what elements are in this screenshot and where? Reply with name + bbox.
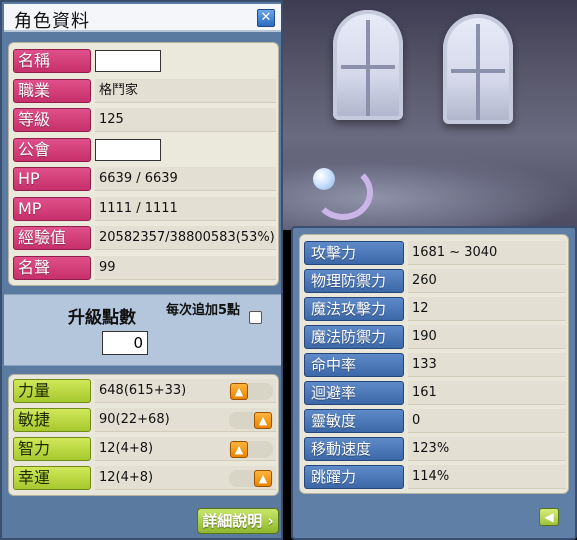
detail-row-avoid: 迴避率 161 [304, 381, 566, 405]
detail-row-hands: 靈敏度 0 [304, 409, 566, 433]
profile-label-hp: HP [13, 167, 91, 191]
detail-stats-panel: 攻擊力 1681 ~ 3040 物理防禦力 260 魔法攻擊力 12 魔法防禦力 190 命中率… [299, 234, 569, 494]
profile-label-guild: 公會 [13, 137, 91, 162]
profile-label-level: 等級 [13, 108, 91, 132]
stats-panel: 力量 648(615+33) ▲ 敏捷 90(22+68) ▲ 智力 12(4+8) ▲ 幸運 12… [8, 374, 279, 496]
detail-value-speed: 123% [408, 437, 566, 461]
stat-row-int: 智力 12(4+8) ▲ [13, 437, 276, 461]
detail-label-avoid: 迴避率 [304, 381, 404, 405]
detail-value-jump: 114% [408, 465, 566, 489]
detail-label-weapon_def: 物理防禦力 [304, 269, 404, 293]
detail-value-weapon_def: 260 [408, 269, 566, 293]
profile-row-fame: 名聲 99 [13, 255, 276, 280]
profile-label-name: 名稱 [13, 49, 91, 73]
detail-stats-window: 攻擊力 1681 ~ 3040 物理防禦力 260 魔法攻擊力 12 魔法防禦力 190 命中率… [291, 226, 577, 540]
detail-value-magic_def: 190 [408, 325, 566, 349]
detail-label-accuracy: 命中率 [304, 353, 404, 377]
profile-label-exp: 經驗值 [13, 226, 91, 250]
background-scene [283, 0, 577, 230]
detail-row-magic_def: 魔法防禦力 190 [304, 325, 566, 349]
detail-label-hands: 靈敏度 [304, 409, 404, 433]
profile-value-name [95, 50, 161, 72]
profile-value-guild [95, 138, 161, 161]
stat-row-str: 力量 648(615+33) ▲ [13, 379, 276, 403]
auto-assign-label: 每次追加5點 [165, 303, 241, 318]
arched-window-left [333, 10, 403, 120]
decorative-orb [313, 168, 335, 190]
detail-row-attack: 攻擊力 1681 ~ 3040 [304, 241, 566, 265]
increase-dex-arrow-up-icon[interactable]: ▲ [254, 412, 272, 429]
profile-row-hp: HP 6639 / 6639 [13, 167, 276, 191]
detail-label-magic_def: 魔法防禦力 [304, 325, 404, 349]
close-icon[interactable]: ✕ [257, 9, 275, 27]
window-title: 角色資料 [14, 11, 90, 32]
detail-label-attack: 攻擊力 [304, 241, 404, 265]
detail-value-avoid: 161 [408, 381, 566, 405]
ability-points-value: 0 [102, 331, 148, 355]
detail-row-speed: 移動速度 123% [304, 437, 566, 461]
profile-value-fame: 99 [95, 255, 276, 280]
stat-row-dex: 敏捷 90(22+68) ▲ [13, 408, 276, 432]
stat-label-luk: 幸運 [13, 466, 91, 490]
title-bar[interactable]: 角色資料 ✕ [4, 4, 281, 32]
increase-str-arrow-up-icon[interactable]: ▲ [230, 383, 248, 400]
ability-points-panel: 升級點數 0 每次追加5點 [4, 294, 281, 366]
stat-label-dex: 敏捷 [13, 408, 91, 432]
profile-row-name: 名稱 [13, 49, 276, 73]
detail-value-accuracy: 133 [408, 353, 566, 377]
profile-row-level: 等級 125 [13, 108, 276, 132]
detail-label-speed: 移動速度 [304, 437, 404, 461]
profile-row-guild: 公會 [13, 137, 276, 162]
stat-row-luk: 幸運 12(4+8) ▲ [13, 466, 276, 490]
character-info-window: 角色資料 ✕ 名稱 職業 格鬥家 等級 125 公會 HP 6639 / 6639 MP 1111… [0, 0, 283, 540]
detail-label-magic_atk: 魔法攻擊力 [304, 297, 404, 321]
detail-row-jump: 跳躍力 114% [304, 465, 566, 489]
detail-row-magic_atk: 魔法攻擊力 12 [304, 297, 566, 321]
detail-button[interactable]: 詳細說明 › [197, 508, 279, 534]
profile-value-mp: 1111 / 1111 [95, 196, 276, 221]
arched-window-right [443, 14, 513, 124]
detail-value-magic_atk: 12 [408, 297, 566, 321]
profile-value-level: 125 [95, 108, 276, 132]
profile-row-exp: 經驗值 20582357/38800583(53%) [13, 226, 276, 250]
profile-value-hp: 6639 / 6639 [95, 167, 276, 191]
detail-value-hands: 0 [408, 409, 566, 433]
arrow-right-icon: › [267, 512, 274, 530]
ability-points-label: 升級點數 [68, 308, 136, 328]
stat-label-int: 智力 [13, 437, 91, 461]
detail-row-weapon_def: 物理防禦力 260 [304, 269, 566, 293]
increase-int-arrow-up-icon[interactable]: ▲ [230, 441, 248, 458]
increase-luk-arrow-up-icon[interactable]: ▲ [254, 470, 272, 487]
detail-row-accuracy: 命中率 133 [304, 353, 566, 377]
profile-value-exp: 20582357/38800583(53%) [95, 226, 276, 250]
profile-row-job: 職業 格鬥家 [13, 78, 276, 103]
profile-value-job: 格鬥家 [95, 78, 276, 103]
profile-label-mp: MP [13, 196, 91, 221]
profile-label-job: 職業 [13, 78, 91, 103]
profile-label-fame: 名聲 [13, 255, 91, 280]
detail-label-jump: 跳躍力 [304, 465, 404, 489]
stat-label-str: 力量 [13, 379, 91, 403]
auto-assign-checkbox[interactable] [249, 311, 262, 324]
profile-panel: 名稱 職業 格鬥家 等級 125 公會 HP 6639 / 6639 MP 1111 / 1111… [8, 42, 279, 286]
collapse-arrow-left-icon[interactable]: ◀ [539, 508, 559, 526]
profile-row-mp: MP 1111 / 1111 [13, 196, 276, 221]
detail-button-label: 詳細說明 [202, 512, 263, 530]
detail-value-attack: 1681 ~ 3040 [408, 241, 566, 265]
